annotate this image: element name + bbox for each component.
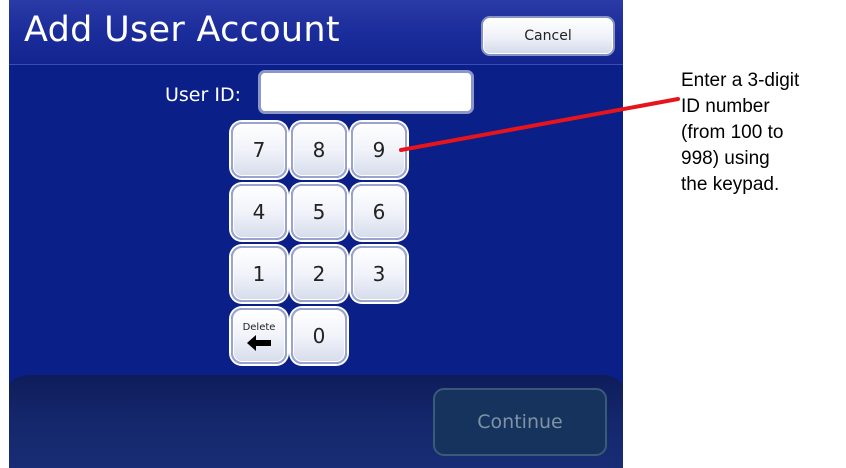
keypad-key-0[interactable]: 0 — [291, 308, 347, 364]
user-id-label: User ID: — [165, 84, 241, 106]
keypad-key-5[interactable]: 5 — [291, 184, 347, 240]
add-user-account-screen: Add User Account Cancel User ID: 7 8 9 4… — [9, 0, 623, 468]
keypad-key-6[interactable]: 6 — [351, 184, 407, 240]
delete-label: Delete — [242, 321, 276, 333]
keypad-key-4[interactable]: 4 — [231, 184, 287, 240]
annotation-callout: Enter a 3-digit ID number (from 100 to 9… — [681, 68, 846, 198]
cancel-button[interactable]: Cancel — [481, 16, 615, 56]
annotation-line: ID number — [681, 96, 770, 117]
keypad-key-7[interactable]: 7 — [231, 122, 287, 178]
annotation-line: (from 100 to — [681, 122, 784, 143]
keypad-key-3[interactable]: 3 — [351, 246, 407, 302]
keypad-key-2[interactable]: 2 — [291, 246, 347, 302]
page-title: Add User Account — [24, 10, 340, 50]
user-id-input[interactable] — [258, 70, 474, 114]
annotation-line: 998) using — [681, 148, 770, 169]
continue-button[interactable]: Continue — [433, 388, 607, 456]
annotation-line: Enter a 3-digit — [681, 70, 800, 91]
keypad-key-1[interactable]: 1 — [231, 246, 287, 302]
keypad-delete-button[interactable]: Delete — [231, 308, 287, 364]
left-arrow-icon — [247, 334, 271, 351]
annotation-line: the keypad. — [681, 174, 780, 195]
keypad-key-9[interactable]: 9 — [351, 122, 407, 178]
title-bar: Add User Account Cancel — [9, 0, 623, 65]
keypad-key-8[interactable]: 8 — [291, 122, 347, 178]
